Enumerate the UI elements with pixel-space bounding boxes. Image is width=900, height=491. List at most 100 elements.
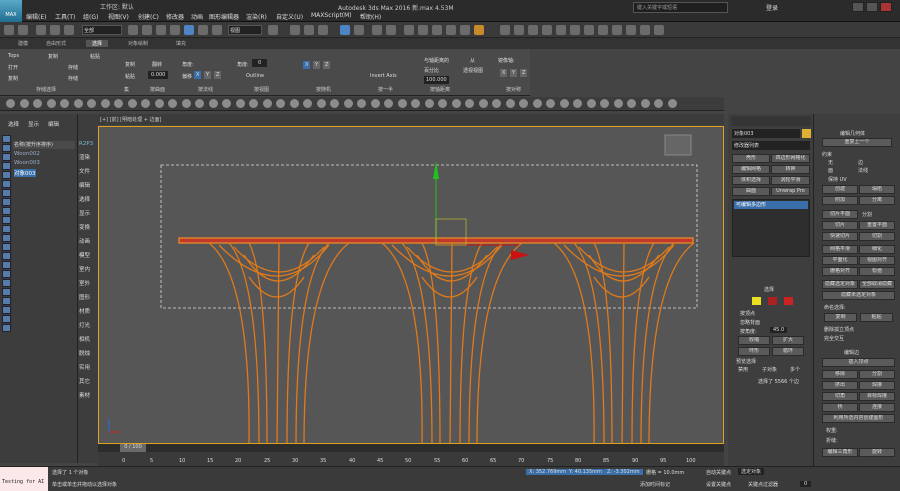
scene-filter-icon[interactable] xyxy=(2,216,11,224)
shelf-tool-icon[interactable] xyxy=(478,99,488,108)
full-interactivity-checkbox[interactable]: 完全交互 xyxy=(824,335,844,342)
ignore-backface-checkbox[interactable]: 忽略背面 xyxy=(740,319,760,326)
open-button[interactable]: 打开 xyxy=(8,64,18,71)
turbosmooth-button[interactable]: 涡轮平滑 xyxy=(771,176,810,185)
hide-selected-button[interactable]: 隐藏选定对象 xyxy=(822,280,858,289)
mirror-z-button[interactable]: Z xyxy=(520,69,528,77)
perspective-button[interactable]: 透视视图 xyxy=(463,67,483,74)
shelf-tool-icon[interactable] xyxy=(397,99,407,108)
scene-filter-icon[interactable] xyxy=(2,144,11,152)
edit-mesh-button[interactable]: 编辑网格 xyxy=(732,165,770,174)
timeline[interactable]: 0 / 100 0 5 10 15 20 25 30 35 40 45 50 5… xyxy=(98,444,724,466)
invert-axis-button[interactable]: Invert Axis xyxy=(370,73,397,79)
relax-button[interactable]: 松弛 xyxy=(859,267,895,276)
cmd-other[interactable]: 其它 xyxy=(79,377,90,385)
ring-button[interactable]: 环形 xyxy=(738,347,770,356)
hide-unselected-button[interactable]: 隐藏未选定对象 xyxy=(822,291,895,300)
rollout-select-title[interactable]: 选择 xyxy=(764,286,774,293)
shelf-tool-icon[interactable] xyxy=(330,99,339,108)
mirror-icon[interactable] xyxy=(340,25,350,35)
snap-icon[interactable] xyxy=(290,25,300,35)
list-item[interactable]: Woon003 xyxy=(14,160,40,166)
quickslice-button[interactable]: 快速切片 xyxy=(822,232,858,241)
scene-filter-icon[interactable] xyxy=(2,297,11,305)
axis-x-button[interactable]: X xyxy=(194,71,202,79)
flip-button[interactable]: 翻转 xyxy=(152,61,162,68)
scene-filter-icon[interactable] xyxy=(2,207,11,215)
cmd-utility[interactable]: 实用 xyxy=(79,363,90,371)
stack-item[interactable]: 可编辑多边形 xyxy=(734,201,808,209)
shrink-button[interactable]: 收缩 xyxy=(738,336,770,345)
preview-multi-radio[interactable]: 多个 xyxy=(790,366,800,373)
vol-select-button[interactable]: 体积选择 xyxy=(732,176,770,185)
angle-snap-icon[interactable] xyxy=(304,25,314,35)
scene-filter-icon[interactable] xyxy=(2,243,11,251)
target-weld-button[interactable]: 目标焊接 xyxy=(859,392,895,401)
reference-coord-dropdown[interactable]: 视图 xyxy=(228,25,262,35)
scene-column-header[interactable]: 名称(按升序排序) xyxy=(13,141,75,149)
shelf-tool-icon[interactable] xyxy=(613,99,623,108)
object-color-swatch[interactable] xyxy=(802,129,811,138)
scene-filter-icon[interactable] xyxy=(2,261,11,269)
shelf-tool-icon[interactable] xyxy=(600,99,609,108)
normal-x-button[interactable]: X xyxy=(303,61,311,69)
plugin-icon-3[interactable] xyxy=(528,25,538,35)
curve-editor-icon[interactable] xyxy=(404,25,414,35)
constraint-normal-radio[interactable]: 法线 xyxy=(858,167,868,174)
save-button[interactable]: 存储 xyxy=(68,64,78,71)
cmd-interior[interactable]: 室内 xyxy=(79,265,90,273)
bridge-button[interactable]: 桥 xyxy=(822,403,858,412)
shelf-tool-icon[interactable] xyxy=(384,99,393,108)
normal-y-button[interactable]: Y xyxy=(313,61,321,69)
menu-rendering[interactable]: 渲染(R) xyxy=(246,12,267,21)
weld-button[interactable]: 焊接 xyxy=(859,381,895,390)
set-paste-button[interactable]: 粘贴 xyxy=(125,73,135,80)
shelf-tool-icon[interactable] xyxy=(100,99,110,108)
make-planar-button[interactable]: 平面化 xyxy=(822,256,858,265)
copy-button[interactable]: 复制 xyxy=(48,53,58,60)
cmd-display[interactable]: 显示 xyxy=(79,209,90,217)
shelf-tool-icon[interactable] xyxy=(181,99,191,108)
menu-graph-editors[interactable]: 图形编辑器 xyxy=(209,12,239,21)
axis-z-button[interactable]: Z xyxy=(214,71,222,79)
named-paste-button[interactable]: 粘贴 xyxy=(860,313,893,322)
time-slider[interactable]: 0 / 100 xyxy=(120,444,146,452)
menu-maxscript[interactable]: MAXScript(M) xyxy=(311,12,352,19)
edge-mode-icon[interactable] xyxy=(768,297,777,305)
shelf-tool-icon[interactable] xyxy=(532,99,542,108)
stack-controls[interactable] xyxy=(732,260,810,270)
mirror-y-button[interactable]: Y xyxy=(510,69,518,77)
scene-tab-edit[interactable]: 编辑 xyxy=(48,120,59,128)
shelf-tool-icon[interactable] xyxy=(114,99,123,108)
menu-help[interactable]: 帮助(H) xyxy=(360,12,381,21)
material-editor-icon[interactable] xyxy=(432,25,442,35)
add-time-tag[interactable]: 添加时间标记 xyxy=(640,481,670,488)
shelf-tool-icon[interactable] xyxy=(438,99,447,108)
cmd-animation[interactable]: 动画 xyxy=(79,237,90,245)
align-icon[interactable] xyxy=(354,25,364,35)
angle-field[interactable]: 45.0 xyxy=(770,327,788,333)
scene-filter-icon[interactable] xyxy=(2,234,11,242)
shelf-tool-icon[interactable] xyxy=(276,99,285,108)
view-align-button[interactable]: 视图对齐 xyxy=(859,256,895,265)
save2-button[interactable]: 存储 xyxy=(68,75,78,82)
window-crossing-icon[interactable] xyxy=(170,25,180,35)
turn-to-button[interactable]: 转换 xyxy=(771,165,810,174)
list-item[interactable]: Woon002 xyxy=(14,151,40,157)
loop-button[interactable]: 循环 xyxy=(772,347,804,356)
set-copy-button[interactable]: 复制 xyxy=(125,61,135,68)
plugin-icon-2[interactable] xyxy=(514,25,524,35)
shelf-tool-icon[interactable] xyxy=(667,99,677,108)
app-logo[interactable]: MAX xyxy=(0,0,22,22)
auto-key-button[interactable]: 自动关键点 xyxy=(706,469,731,476)
shelf-tool-icon[interactable] xyxy=(370,99,380,108)
cmd-candle[interactable]: 脱烛 xyxy=(79,349,90,357)
shelf-tool-icon[interactable] xyxy=(141,99,150,108)
named-copy-button[interactable]: 复制 xyxy=(824,313,857,322)
shelf-tool-icon[interactable] xyxy=(519,99,528,108)
detach-button[interactable]: 分离 xyxy=(859,196,895,205)
unwrap-pro-button[interactable]: Unwrap Pro xyxy=(771,187,810,196)
redo-icon[interactable] xyxy=(18,25,28,35)
shell-button[interactable]: 壳形 xyxy=(732,154,770,163)
cmd-exterior[interactable]: 室外 xyxy=(79,279,90,287)
